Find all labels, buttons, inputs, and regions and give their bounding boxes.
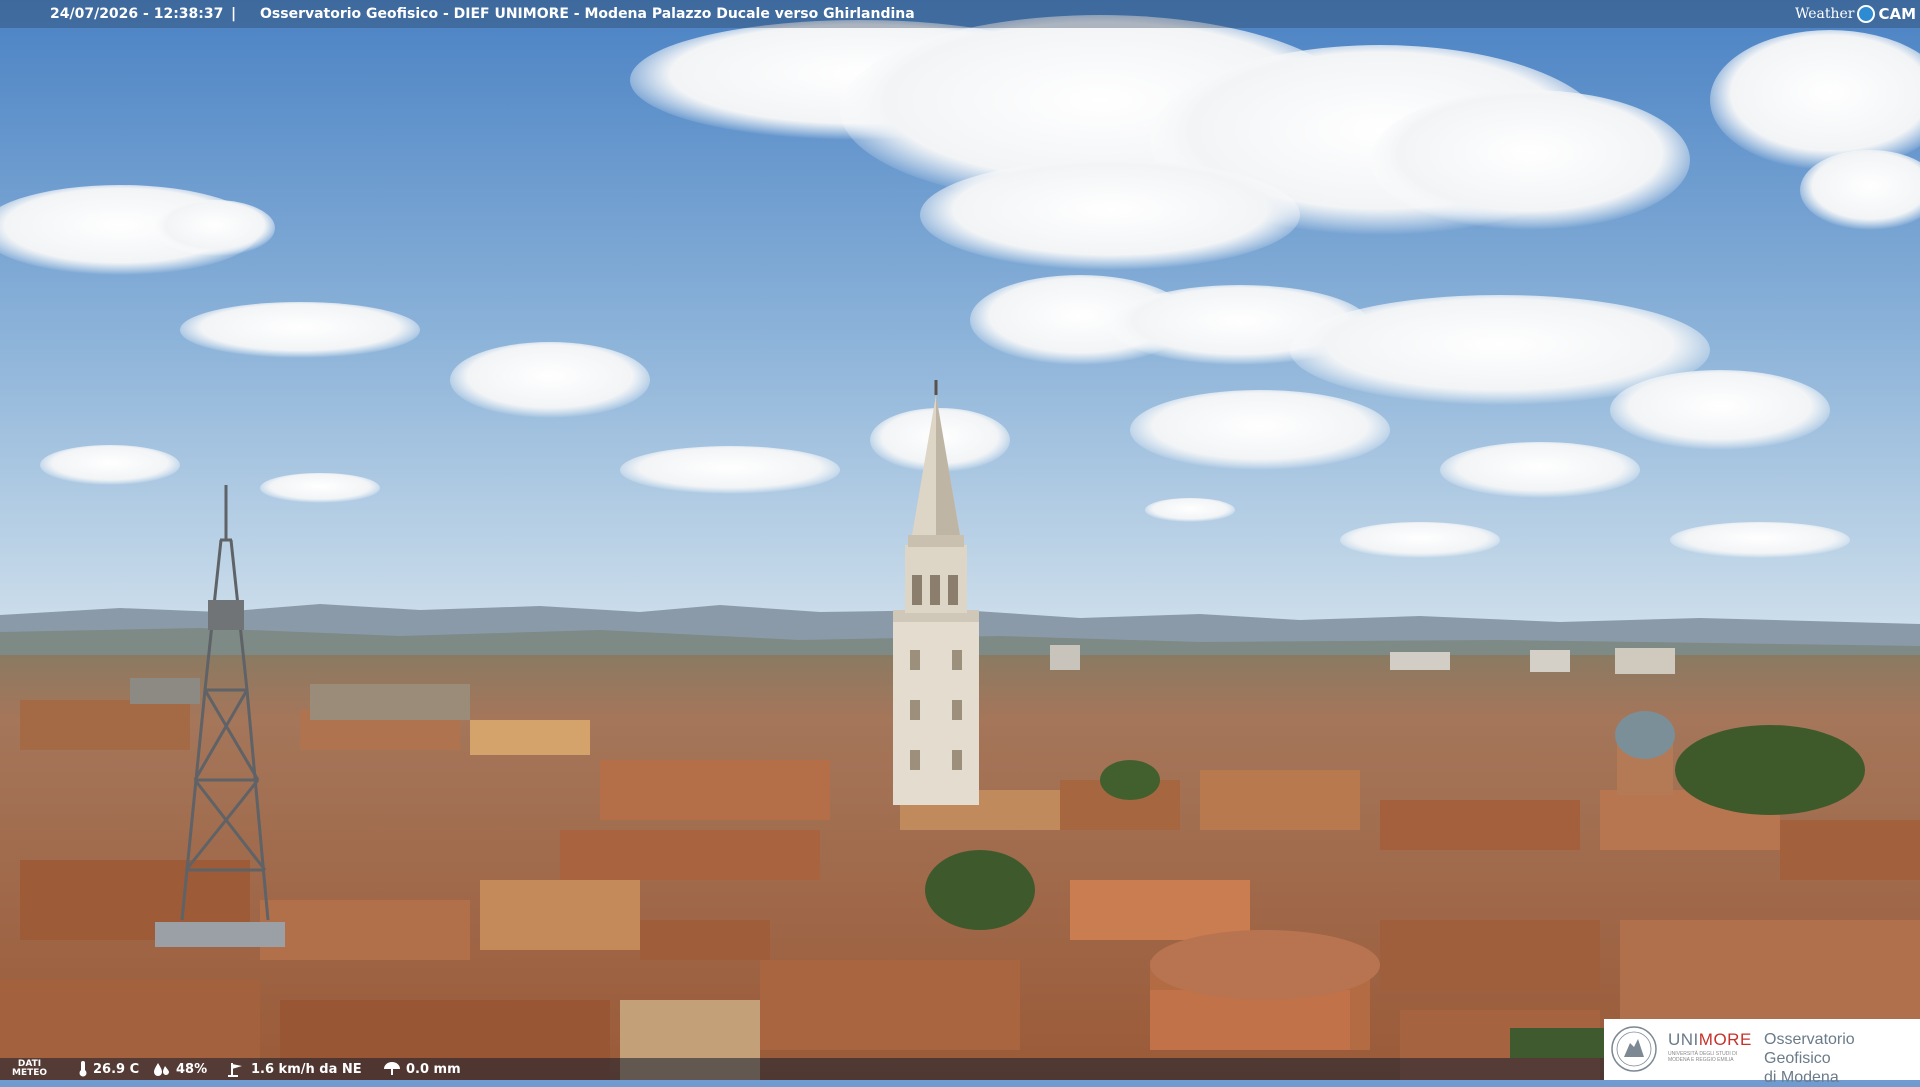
weather-label-line2: METEO — [12, 1068, 48, 1078]
thermometer-icon — [79, 1061, 87, 1077]
brand-text-right: CAM — [1878, 5, 1916, 23]
observatory-name: Osservatorio Geofisico di Modena — [1764, 1030, 1920, 1087]
wind-icon — [228, 1063, 242, 1077]
unimore-wordmark: UNIMORE — [1668, 1030, 1752, 1050]
rain-reading: 0.0 mm — [383, 1061, 461, 1077]
brand-text-left: Weather — [1794, 6, 1855, 22]
rain-value: 0.0 mm — [406, 1061, 461, 1077]
university-seal-icon — [1611, 1026, 1657, 1072]
camera-title: Osservatorio Geofisico - DIEF UNIMORE - … — [260, 6, 915, 22]
temperature-reading: 26.9 C — [78, 1061, 139, 1077]
unimore-wordmark-uni: UNI — [1668, 1030, 1699, 1049]
weathercam-logo: Weather CAM — [1795, 0, 1920, 28]
unimore-logo-box: UNIMORE UNIVERSITÀ DEGLI STUDI DI MODENA… — [1604, 1019, 1920, 1086]
top-info-bar: 24/07/2026 - 12:38:37 | Osservatorio Geo… — [0, 0, 1920, 28]
wind-reading: 1.6 km/h da NE — [226, 1061, 362, 1077]
separator: | — [231, 6, 237, 22]
humidity-value: 48% — [176, 1061, 208, 1077]
humidity-drops-icon — [154, 1063, 169, 1076]
wind-value: 1.6 km/h da NE — [251, 1061, 362, 1077]
observatory-name-line1: Osservatorio Geofisico — [1764, 1031, 1855, 1067]
unimore-subtitle: UNIVERSITÀ DEGLI STUDI DI MODENA E REGGI… — [1668, 1051, 1738, 1063]
timestamp: 24/07/2026 - 12:38:37 — [50, 6, 224, 22]
temperature-value: 26.9 C — [93, 1061, 140, 1077]
camera-icon — [1857, 5, 1876, 23]
humidity-reading: 48% — [153, 1061, 207, 1077]
observatory-name-line2: di Modena — [1764, 1069, 1839, 1086]
unimore-wordmark-more: MORE — [1698, 1030, 1752, 1049]
weather-label: DATI METEO — [12, 1060, 47, 1078]
weather-data-bar: DATI METEO 26.9 C 48% 1.6 km/h da NE 0.0… — [0, 1058, 1605, 1080]
umbrella-icon — [384, 1062, 400, 1075]
webcam-photo — [0, 0, 1920, 1080]
